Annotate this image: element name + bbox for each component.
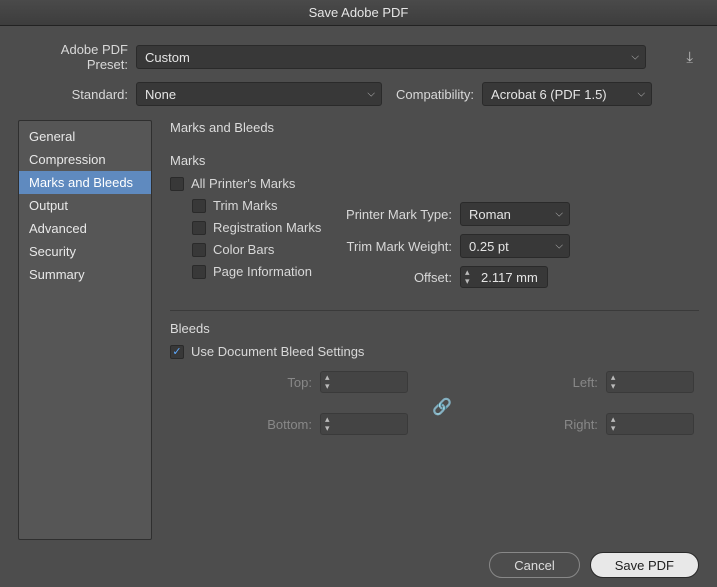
sidebar-item-security[interactable]: Security (19, 240, 151, 263)
bleed-right-input: ▴▾ (606, 413, 694, 435)
download-preset-icon[interactable]: ⤓ (686, 49, 699, 66)
stepper-icon[interactable]: ▴▾ (465, 268, 470, 286)
printer-mark-type-value: Roman (469, 207, 511, 222)
all-printers-marks-checkbox[interactable] (170, 177, 184, 191)
bleed-right-label: Right: (516, 417, 606, 432)
offset-value: 2.117 mm (481, 270, 538, 285)
printer-mark-type-label: Printer Mark Type: (330, 207, 460, 222)
bleed-top-input: ▴▾ (320, 371, 408, 393)
chevron-down-icon: ⌵ (367, 89, 375, 100)
standard-value: None (145, 87, 176, 102)
sidebar-item-advanced[interactable]: Advanced (19, 217, 151, 240)
dialog-body: Adobe PDF Preset: Custom ⌵ ⤓ Standard: N… (0, 26, 717, 587)
standard-label: Standard: (18, 87, 136, 102)
cancel-button[interactable]: Cancel (489, 552, 579, 578)
save-pdf-button-label: Save PDF (615, 558, 674, 573)
bleed-left-label: Left: (516, 375, 606, 390)
trim-mark-weight-select[interactable]: 0.25 pt ⌵ (460, 234, 570, 258)
trim-marks-checkbox[interactable] (192, 199, 206, 213)
sidebar-item-marks-bleeds[interactable]: Marks and Bleeds (19, 171, 151, 194)
bleed-top-label: Top: (230, 375, 320, 390)
link-values-icon: 🔗 (432, 397, 452, 417)
compatibility-select[interactable]: Acrobat 6 (PDF 1.5) ⌵ (482, 82, 652, 106)
stepper-icon: ▴▾ (325, 415, 330, 433)
page-info-label: Page Information (213, 264, 312, 279)
color-bars-checkbox[interactable] (192, 243, 206, 257)
sidebar-item-general[interactable]: General (19, 125, 151, 148)
bleeds-header: Bleeds (170, 321, 699, 336)
stepper-icon: ▴▾ (325, 373, 330, 391)
sidebar-item-summary[interactable]: Summary (19, 263, 151, 286)
preset-label: Adobe PDF Preset: (18, 42, 136, 72)
preset-select[interactable]: Custom ⌵ (136, 45, 646, 69)
sidebar-item-output[interactable]: Output (19, 194, 151, 217)
bleed-bottom-input: ▴▾ (320, 413, 408, 435)
category-sidebar: General Compression Marks and Bleeds Out… (18, 120, 152, 540)
color-bars-label: Color Bars (213, 242, 274, 257)
use-document-bleed-checkbox[interactable] (170, 345, 184, 359)
bleed-bottom-label: Bottom: (230, 417, 320, 432)
chevron-down-icon: ⌵ (555, 241, 563, 252)
printer-mark-type-select[interactable]: Roman ⌵ (460, 202, 570, 226)
registration-marks-checkbox[interactable] (192, 221, 206, 235)
marks-header: Marks (170, 153, 699, 168)
page-info-checkbox[interactable] (192, 265, 206, 279)
all-printers-marks-label: All Printer's Marks (191, 176, 295, 191)
use-document-bleed-label: Use Document Bleed Settings (191, 344, 364, 359)
chevron-down-icon: ⌵ (631, 52, 639, 63)
offset-label: Offset: (330, 270, 460, 285)
compatibility-value: Acrobat 6 (PDF 1.5) (491, 87, 607, 102)
trim-mark-weight-label: Trim Mark Weight: (330, 239, 460, 254)
sidebar-item-compression[interactable]: Compression (19, 148, 151, 171)
preset-value: Custom (145, 50, 190, 65)
stepper-icon: ▴▾ (611, 415, 616, 433)
window-titlebar: Save Adobe PDF (0, 0, 717, 26)
registration-marks-label: Registration Marks (213, 220, 321, 235)
compatibility-label: Compatibility: (382, 87, 482, 102)
stepper-icon: ▴▾ (611, 373, 616, 391)
chevron-down-icon: ⌵ (555, 209, 563, 220)
settings-panel: Marks and Bleeds Marks All Printer's Mar… (152, 120, 699, 540)
trim-mark-weight-value: 0.25 pt (469, 239, 509, 254)
cancel-button-label: Cancel (514, 558, 554, 573)
dialog-footer: Cancel Save PDF (18, 540, 699, 578)
trim-marks-label: Trim Marks (213, 198, 278, 213)
section-divider (170, 310, 699, 311)
panel-title: Marks and Bleeds (170, 120, 699, 135)
offset-input[interactable]: ▴▾ 2.117 mm (460, 266, 548, 288)
bleed-left-input: ▴▾ (606, 371, 694, 393)
save-pdf-button[interactable]: Save PDF (590, 552, 699, 578)
standard-select[interactable]: None ⌵ (136, 82, 382, 106)
window-title: Save Adobe PDF (309, 5, 409, 20)
chevron-down-icon: ⌵ (637, 89, 645, 100)
